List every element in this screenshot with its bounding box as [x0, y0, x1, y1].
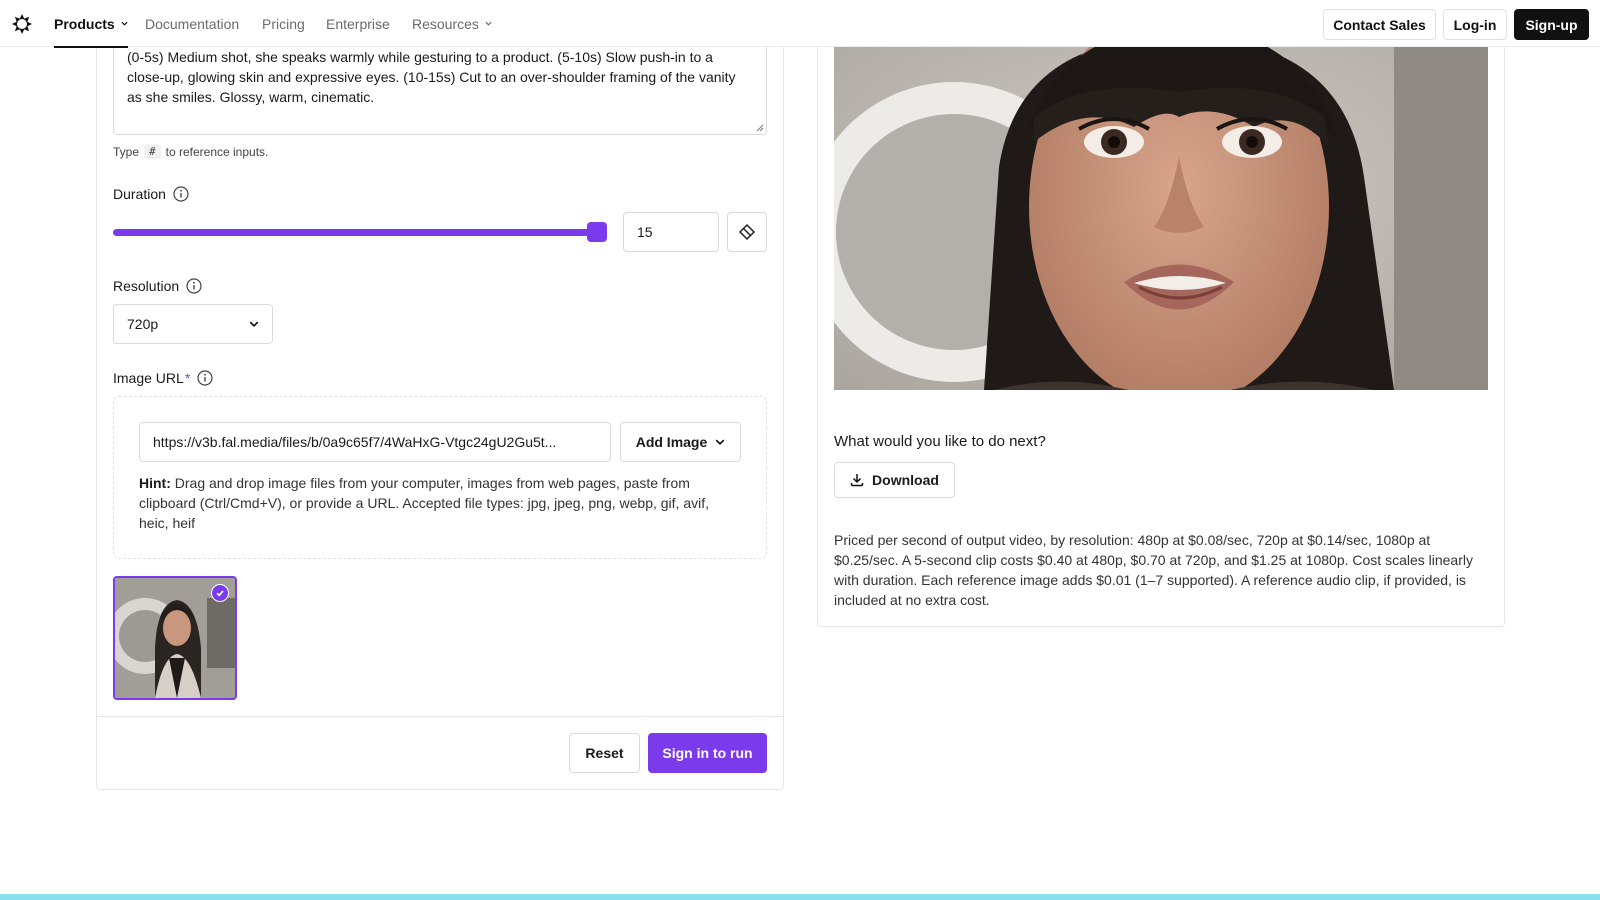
video-frame: [834, 47, 1488, 390]
duration-slider-fill: [113, 229, 597, 236]
chevron-down-icon: [249, 321, 259, 328]
info-icon[interactable]: [197, 370, 213, 386]
bottom-accent-bar: [0, 894, 1600, 900]
duration-slider-track[interactable]: [113, 229, 607, 236]
chevron-down-icon: [485, 21, 492, 26]
download-label: Download: [872, 472, 939, 488]
resolution-select[interactable]: 720p: [113, 304, 273, 344]
helper-suffix: to reference inputs.: [165, 144, 269, 159]
chevron-down-icon: [121, 21, 128, 26]
top-nav: Products Documentation Pricing Enterpris…: [0, 0, 1600, 48]
resolution-label-text: Resolution: [113, 278, 180, 294]
nav-products-label: Products: [54, 15, 115, 32]
nav-pricing[interactable]: Pricing: [262, 0, 305, 47]
pricing-description: Priced per second of output video, by re…: [834, 532, 1473, 608]
hint-bold: Hint:: [139, 475, 171, 491]
logo-icon[interactable]: [12, 14, 32, 34]
next-steps-heading: What would you like to do next?: [834, 433, 1046, 450]
download-icon: [850, 474, 864, 487]
nav-pricing-label: Pricing: [262, 15, 305, 32]
image-url-label: Image URL *: [113, 370, 213, 386]
nav-products[interactable]: Products: [54, 0, 128, 48]
nav-enterprise-label: Enterprise: [326, 15, 390, 32]
duration-input[interactable]: 15: [623, 212, 719, 252]
required-mark: *: [184, 370, 191, 386]
helper-prefix: Type: [113, 144, 140, 159]
add-image-label: Add Image: [635, 434, 708, 450]
nav-resources[interactable]: Resources: [412, 0, 492, 47]
duration-label: Duration: [113, 186, 189, 202]
resolution-selected-value: 720p: [127, 316, 159, 332]
nav-documentation[interactable]: Documentation: [145, 0, 239, 47]
image-url-input[interactable]: https://v3b.fal.media/files/b/0a9c65f7/4…: [139, 422, 611, 462]
reference-helper-text: Type # to reference inputs.: [113, 144, 268, 159]
add-image-button[interactable]: Add Image: [620, 422, 741, 462]
sign-in-to-run-button[interactable]: Sign in to run: [648, 733, 767, 773]
resolution-label: Resolution: [113, 278, 202, 294]
chevron-down-icon: [715, 439, 725, 446]
nav-documentation-label: Documentation: [145, 15, 240, 32]
duration-label-text: Duration: [113, 186, 166, 202]
resize-grip-icon[interactable]: [756, 124, 764, 132]
contact-sales-button[interactable]: Contact Sales: [1323, 9, 1436, 40]
selected-check-badge: [211, 584, 229, 602]
nav-enterprise[interactable]: Enterprise: [326, 0, 390, 47]
eraser-icon: [738, 223, 756, 241]
duration-reset-button[interactable]: [727, 212, 767, 252]
download-button[interactable]: Download: [834, 462, 955, 498]
image-hint: Hint: Drag and drop image files from you…: [139, 473, 739, 533]
info-icon[interactable]: [186, 278, 202, 294]
info-icon[interactable]: [173, 186, 189, 202]
uploaded-image-thumbnail[interactable]: [113, 576, 237, 700]
nav-resources-label: Resources: [412, 15, 479, 32]
form-footer-divider: [96, 716, 784, 717]
output-video[interactable]: [834, 47, 1488, 390]
duration-slider-thumb[interactable]: [587, 222, 607, 242]
check-icon: [216, 590, 224, 597]
signup-button[interactable]: Sign-up: [1514, 9, 1589, 40]
prompt-text: (0-5s) Medium shot, she speaks warmly wh…: [127, 49, 736, 105]
hint-text: Drag and drop image files from your comp…: [139, 475, 710, 531]
login-button[interactable]: Log-in: [1443, 9, 1507, 40]
prompt-textarea[interactable]: (0-5s) Medium shot, she speaks warmly wh…: [113, 40, 767, 135]
image-url-label-text: Image URL: [113, 370, 184, 386]
helper-key: #: [144, 144, 161, 159]
reset-button[interactable]: Reset: [569, 733, 640, 773]
